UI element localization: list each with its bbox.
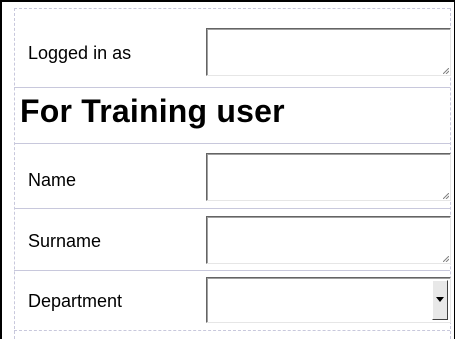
layout-guide-top bbox=[14, 8, 450, 9]
name-label: Name bbox=[28, 170, 77, 190]
layout-guide-left bbox=[14, 8, 15, 339]
page-heading: For Training user bbox=[20, 93, 285, 129]
logged-in-label: Logged in as bbox=[28, 43, 132, 63]
logged-in-field[interactable] bbox=[206, 28, 451, 76]
chevron-down-icon bbox=[436, 297, 444, 302]
row-divider bbox=[14, 87, 450, 88]
resize-grip-icon[interactable] bbox=[443, 68, 449, 74]
row-divider bbox=[14, 270, 450, 271]
layout-guide-bottom bbox=[14, 330, 450, 331]
resize-grip-icon[interactable] bbox=[443, 193, 449, 199]
department-select[interactable] bbox=[206, 277, 451, 323]
resize-grip-icon[interactable] bbox=[443, 256, 449, 262]
surname-label: Surname bbox=[28, 231, 102, 251]
department-dropdown-button[interactable] bbox=[432, 280, 448, 320]
row-divider bbox=[14, 143, 450, 144]
name-field[interactable] bbox=[206, 153, 451, 201]
row-divider bbox=[14, 208, 450, 209]
department-label: Department bbox=[28, 291, 123, 311]
surname-field[interactable] bbox=[206, 216, 451, 264]
